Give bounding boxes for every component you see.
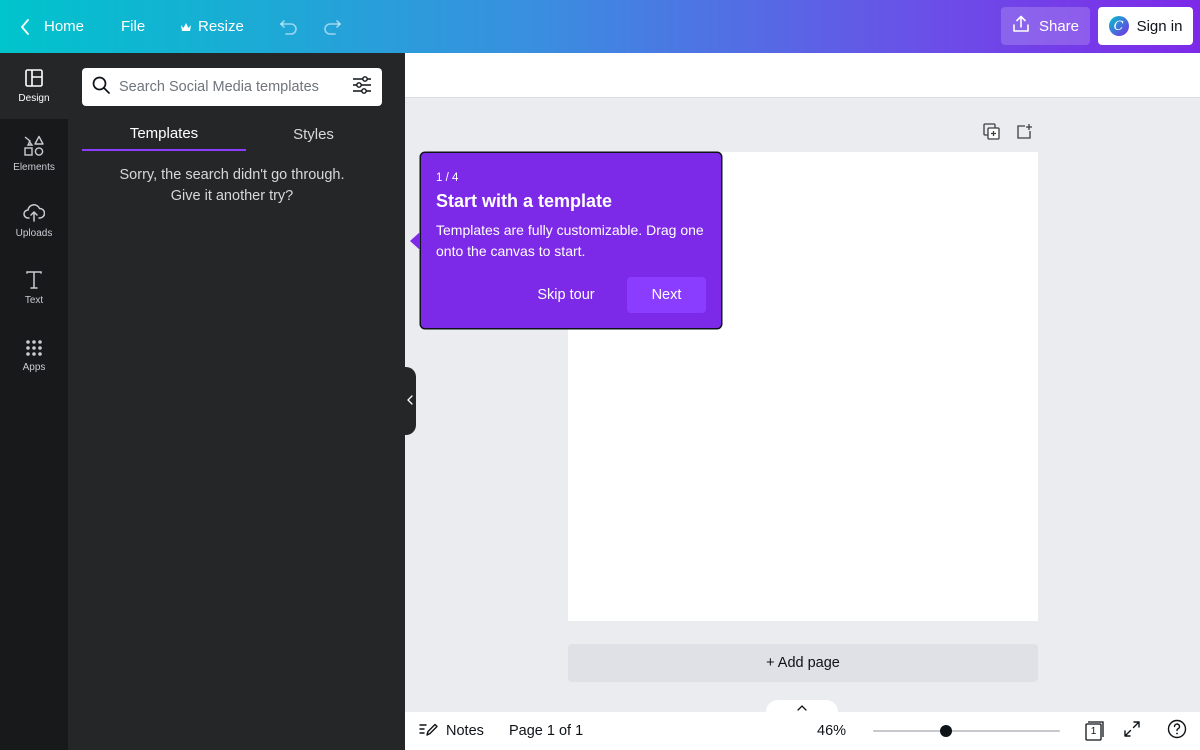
next-button[interactable]: Next bbox=[627, 277, 706, 313]
share-upload-icon bbox=[1012, 15, 1030, 37]
editor-toolbar-strip bbox=[405, 53, 1200, 98]
help-button[interactable] bbox=[1166, 719, 1188, 744]
search-icon bbox=[92, 76, 110, 99]
rail-item-apps[interactable]: Apps bbox=[0, 323, 68, 389]
tab-templates[interactable]: Templates bbox=[82, 117, 246, 151]
cloud-upload-icon bbox=[23, 203, 45, 223]
page-grid-view-button[interactable]: 1 bbox=[1083, 720, 1105, 742]
empty-message-line-1: Sorry, the search didn't go through. bbox=[119, 167, 345, 183]
resize-label: Resize bbox=[198, 18, 244, 35]
filter-sliders-icon[interactable] bbox=[352, 75, 372, 99]
tour-title: Start with a template bbox=[436, 191, 613, 211]
tour-body: Templates are fully customizable. Drag o… bbox=[436, 222, 704, 259]
text-icon bbox=[25, 270, 43, 290]
search-input[interactable] bbox=[119, 79, 352, 95]
rail-item-uploads[interactable]: Uploads bbox=[0, 188, 68, 254]
empty-message-line-2: Give it another try? bbox=[170, 188, 294, 204]
zoom-slider-knob[interactable] bbox=[939, 725, 952, 737]
rail-item-design[interactable]: Design bbox=[0, 53, 68, 119]
help-question-icon bbox=[1167, 719, 1187, 744]
rail-label: Elements bbox=[13, 162, 55, 173]
duplicate-icon bbox=[982, 123, 1000, 145]
skip-tour-button[interactable]: Skip tour bbox=[521, 277, 611, 313]
add-page-icon bbox=[1016, 123, 1033, 145]
redo-icon bbox=[322, 19, 342, 35]
chevron-left-icon bbox=[20, 18, 30, 35]
rail-label: Apps bbox=[22, 362, 46, 373]
layout-icon bbox=[24, 68, 44, 88]
onboarding-tour-popover: 1 / 4 Start with a template Templates ar… bbox=[410, 153, 721, 328]
sign-in-label: Sign in bbox=[1136, 17, 1183, 35]
share-button[interactable]: Share bbox=[1001, 7, 1090, 45]
undo-icon bbox=[279, 19, 299, 35]
resize-button[interactable]: Resize bbox=[180, 0, 244, 53]
template-search-box bbox=[82, 68, 382, 106]
empty-search-message: Sorry, the search didn't go through. Giv… bbox=[82, 165, 382, 207]
notes-label: Notes bbox=[446, 723, 484, 739]
page-count-badge: 1 bbox=[1090, 726, 1097, 737]
notes-button[interactable]: Notes bbox=[419, 712, 484, 750]
rail-label: Text bbox=[24, 295, 44, 306]
crown-icon bbox=[180, 22, 192, 32]
panel-tabs: Templates Styles bbox=[82, 117, 395, 151]
file-label: File bbox=[121, 18, 146, 35]
chevron-up-icon bbox=[797, 698, 807, 716]
tab-styles[interactable]: Styles bbox=[246, 117, 381, 151]
undo-button[interactable] bbox=[279, 0, 299, 53]
pages-icon: 1 bbox=[1084, 721, 1104, 741]
add-page-top-button[interactable] bbox=[1014, 124, 1034, 144]
templates-panel: Templates Styles Sorry, the search didn'… bbox=[68, 53, 405, 750]
sign-in-button[interactable]: C Sign in bbox=[1098, 7, 1193, 45]
tour-step-counter: 1 / 4 bbox=[436, 172, 459, 184]
zoom-slider-track[interactable] bbox=[873, 730, 1060, 732]
notes-pencil-icon bbox=[419, 721, 438, 741]
home-label: Home bbox=[44, 18, 85, 35]
fullscreen-button[interactable] bbox=[1121, 720, 1143, 742]
add-page-button[interactable]: + Add page bbox=[568, 644, 1038, 682]
left-rail: Design Elements Uploads Text Apps bbox=[0, 53, 68, 750]
chevron-left-icon bbox=[407, 394, 413, 408]
home-link[interactable]: Home bbox=[20, 0, 84, 53]
rail-label: Uploads bbox=[15, 228, 53, 239]
apps-grid-icon bbox=[25, 339, 43, 357]
shapes-icon bbox=[23, 135, 45, 157]
rail-label: Design bbox=[18, 93, 50, 104]
redo-button[interactable] bbox=[322, 0, 342, 53]
panel-collapse-handle[interactable] bbox=[404, 367, 416, 435]
share-label: Share bbox=[1038, 17, 1080, 35]
top-bar: Home File Resize Share C Sign in bbox=[0, 0, 1200, 53]
expand-icon bbox=[1123, 720, 1141, 743]
duplicate-page-button[interactable] bbox=[981, 123, 1001, 145]
rail-item-text[interactable]: Text bbox=[0, 255, 68, 321]
rail-item-elements[interactable]: Elements bbox=[0, 121, 68, 187]
canva-logo-icon: C bbox=[1108, 16, 1129, 36]
page-indicator: Page 1 of 1 bbox=[509, 723, 584, 739]
zoom-level[interactable]: 46% bbox=[817, 712, 846, 750]
file-menu[interactable]: File bbox=[121, 0, 145, 53]
